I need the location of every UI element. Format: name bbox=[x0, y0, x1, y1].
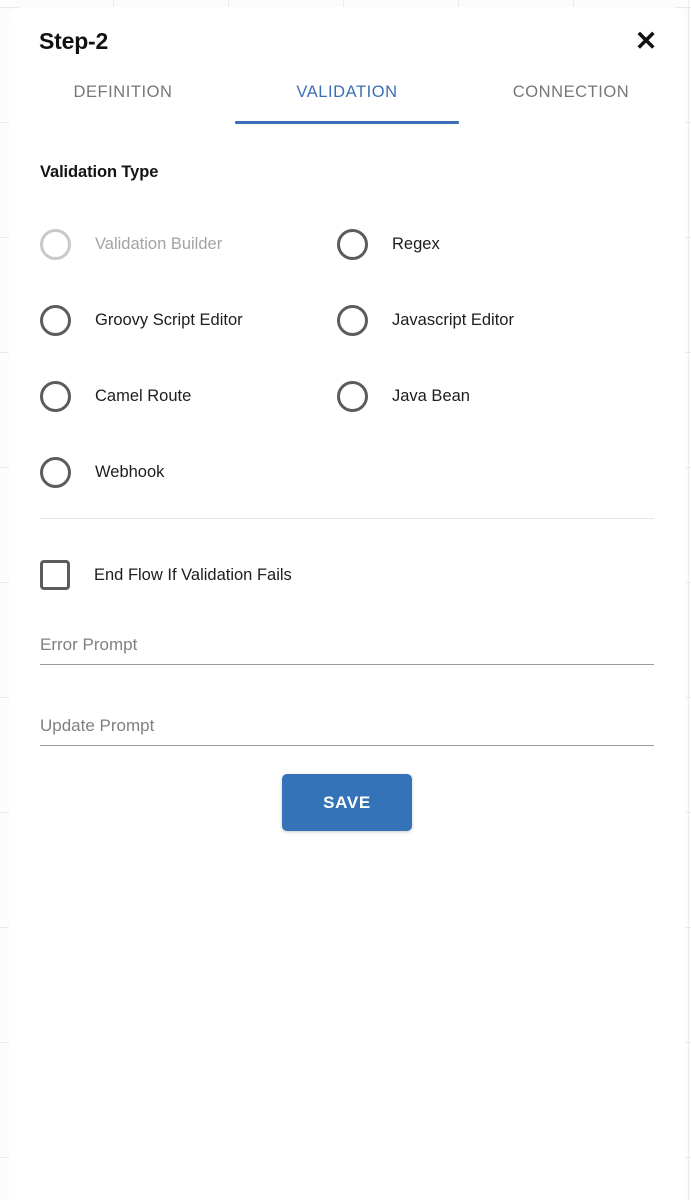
tab-connection-label: CONNECTION bbox=[512, 83, 630, 101]
radio-circle-icon bbox=[40, 456, 71, 488]
radio-validation-builder-label: Validation Builder bbox=[95, 234, 223, 253]
radio-camel-route[interactable]: Camel Route bbox=[40, 358, 337, 434]
radio-grid-spacer bbox=[337, 434, 654, 510]
validation-tab-panel: Validation Type Validation Builder Regex… bbox=[9, 163, 685, 831]
radio-javascript-editor-label: Javascript Editor bbox=[392, 310, 514, 329]
radio-groovy-script-editor-label: Groovy Script Editor bbox=[95, 310, 243, 329]
radio-webhook-label: Webhook bbox=[95, 462, 165, 481]
close-icon[interactable]: ✕ bbox=[629, 24, 663, 58]
tab-validation[interactable]: VALIDATION bbox=[235, 69, 459, 129]
tab-definition[interactable]: DEFINITION bbox=[11, 69, 235, 129]
radio-javascript-editor[interactable]: Javascript Editor bbox=[337, 282, 654, 358]
active-tab-indicator bbox=[235, 121, 459, 124]
tab-connection[interactable]: CONNECTION bbox=[459, 69, 683, 129]
tab-definition-label: DEFINITION bbox=[73, 83, 173, 101]
dialog-actions: SAVE bbox=[40, 774, 654, 831]
radio-java-bean-label: Java Bean bbox=[392, 386, 470, 405]
radio-circle-icon bbox=[40, 228, 71, 260]
page-title: Step-2 bbox=[39, 27, 109, 54]
validation-type-label: Validation Type bbox=[40, 163, 159, 181]
dialog-header: Step-2 ✕ bbox=[9, 7, 685, 69]
error-prompt-field-wrap bbox=[40, 631, 654, 665]
update-prompt-input[interactable] bbox=[40, 712, 654, 746]
section-divider bbox=[40, 518, 654, 519]
radio-circle-icon bbox=[337, 380, 368, 412]
radio-java-bean[interactable]: Java Bean bbox=[337, 358, 654, 434]
validation-type-radio-group: Validation Builder Regex Groovy Script E… bbox=[40, 206, 654, 510]
tab-validation-label: VALIDATION bbox=[296, 83, 398, 101]
error-prompt-input[interactable] bbox=[40, 631, 654, 665]
radio-circle-icon bbox=[337, 228, 368, 260]
step-configuration-dialog: Step-2 ✕ DEFINITION VALIDATION CONNECTIO… bbox=[9, 7, 685, 1200]
radio-regex[interactable]: Regex bbox=[337, 206, 654, 282]
radio-validation-builder: Validation Builder bbox=[40, 206, 337, 282]
radio-camel-route-label: Camel Route bbox=[95, 386, 192, 405]
save-button[interactable]: SAVE bbox=[282, 774, 412, 831]
radio-regex-label: Regex bbox=[392, 234, 440, 253]
radio-groovy-script-editor[interactable]: Groovy Script Editor bbox=[40, 282, 337, 358]
radio-circle-icon bbox=[337, 304, 368, 336]
end-flow-checkbox-row[interactable]: End Flow If Validation Fails bbox=[40, 543, 654, 607]
radio-webhook[interactable]: Webhook bbox=[40, 434, 337, 510]
radio-circle-icon bbox=[40, 304, 71, 336]
checkbox-icon[interactable] bbox=[40, 560, 70, 590]
radio-circle-icon bbox=[40, 380, 71, 412]
update-prompt-field-wrap bbox=[40, 712, 654, 746]
end-flow-checkbox-label: End Flow If Validation Fails bbox=[94, 565, 292, 584]
tab-bar: DEFINITION VALIDATION CONNECTION bbox=[9, 69, 685, 129]
